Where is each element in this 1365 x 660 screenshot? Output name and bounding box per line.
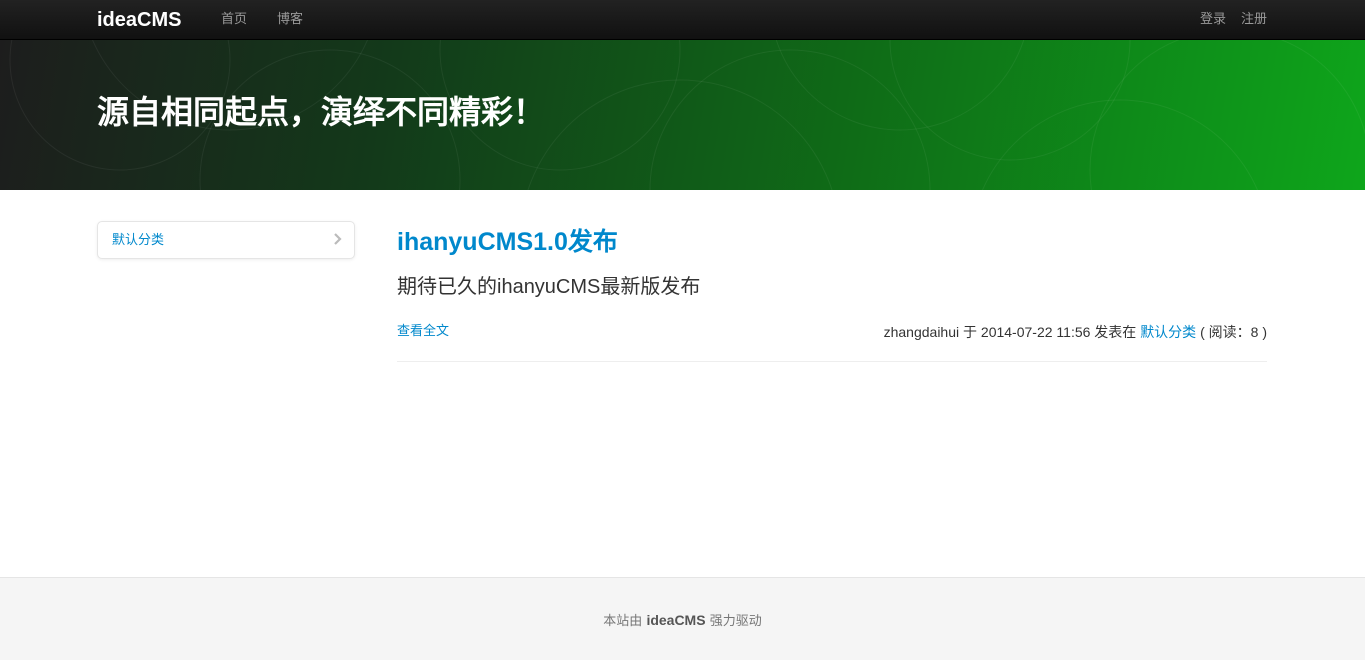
top-navbar: ideaCMS 首页 博客 登录 注册 [0, 0, 1365, 40]
post-datetime: 2014-07-22 11:56 [980, 324, 1091, 340]
chevron-right-icon [334, 233, 342, 245]
hero-banner: 源自相同起点，演绎不同精彩！ [0, 40, 1365, 190]
footer-brand: ideaCMS [646, 612, 706, 628]
login-link[interactable]: 登录 [1200, 12, 1226, 28]
post-title-link[interactable]: ihanyuCMS1.0发布 [397, 226, 618, 258]
post-author: zhangdaihui [883, 324, 960, 340]
register-link[interactable]: 注册 [1241, 12, 1267, 28]
footer-suffix: 强力驱动 [709, 614, 762, 629]
sidebar-item-label: 默认分类 [112, 233, 165, 248]
post-category-link[interactable]: 默认分类 [1140, 324, 1196, 340]
nav-home-link[interactable]: 首页 [221, 12, 247, 28]
footer-text: 本站由 ideaCMS 强力驱动 [0, 611, 1365, 631]
nav-blog-link[interactable]: 博客 [277, 12, 303, 28]
post-meta: zhangdaihui 于 2014-07-22 11:56 发表在 默认分类 … [884, 323, 1267, 341]
hero-title: 源自相同起点，演绎不同精彩！ [97, 93, 546, 131]
post-reads-prefix: ( 阅读： [1200, 324, 1251, 340]
footer-prefix: 本站由 [603, 614, 643, 629]
post-read-count: 8 [1250, 324, 1259, 340]
post-divider [397, 361, 1267, 362]
post-reads-suffix: ) [1262, 324, 1267, 340]
post-published-in-label: 发表在 [1094, 324, 1137, 340]
post-at-label: 于 [963, 324, 978, 340]
sidebar-item-default-category[interactable]: 默认分类 [98, 222, 354, 258]
read-more-link[interactable]: 查看全文 [397, 323, 449, 341]
brand-logo-link[interactable]: ideaCMS [97, 8, 181, 32]
page-footer: 本站由 ideaCMS 强力驱动 [0, 577, 1365, 660]
post-summary: 期待已久的ihanyuCMS最新版发布 [397, 276, 701, 298]
category-sidebar: 默认分类 [97, 221, 355, 259]
